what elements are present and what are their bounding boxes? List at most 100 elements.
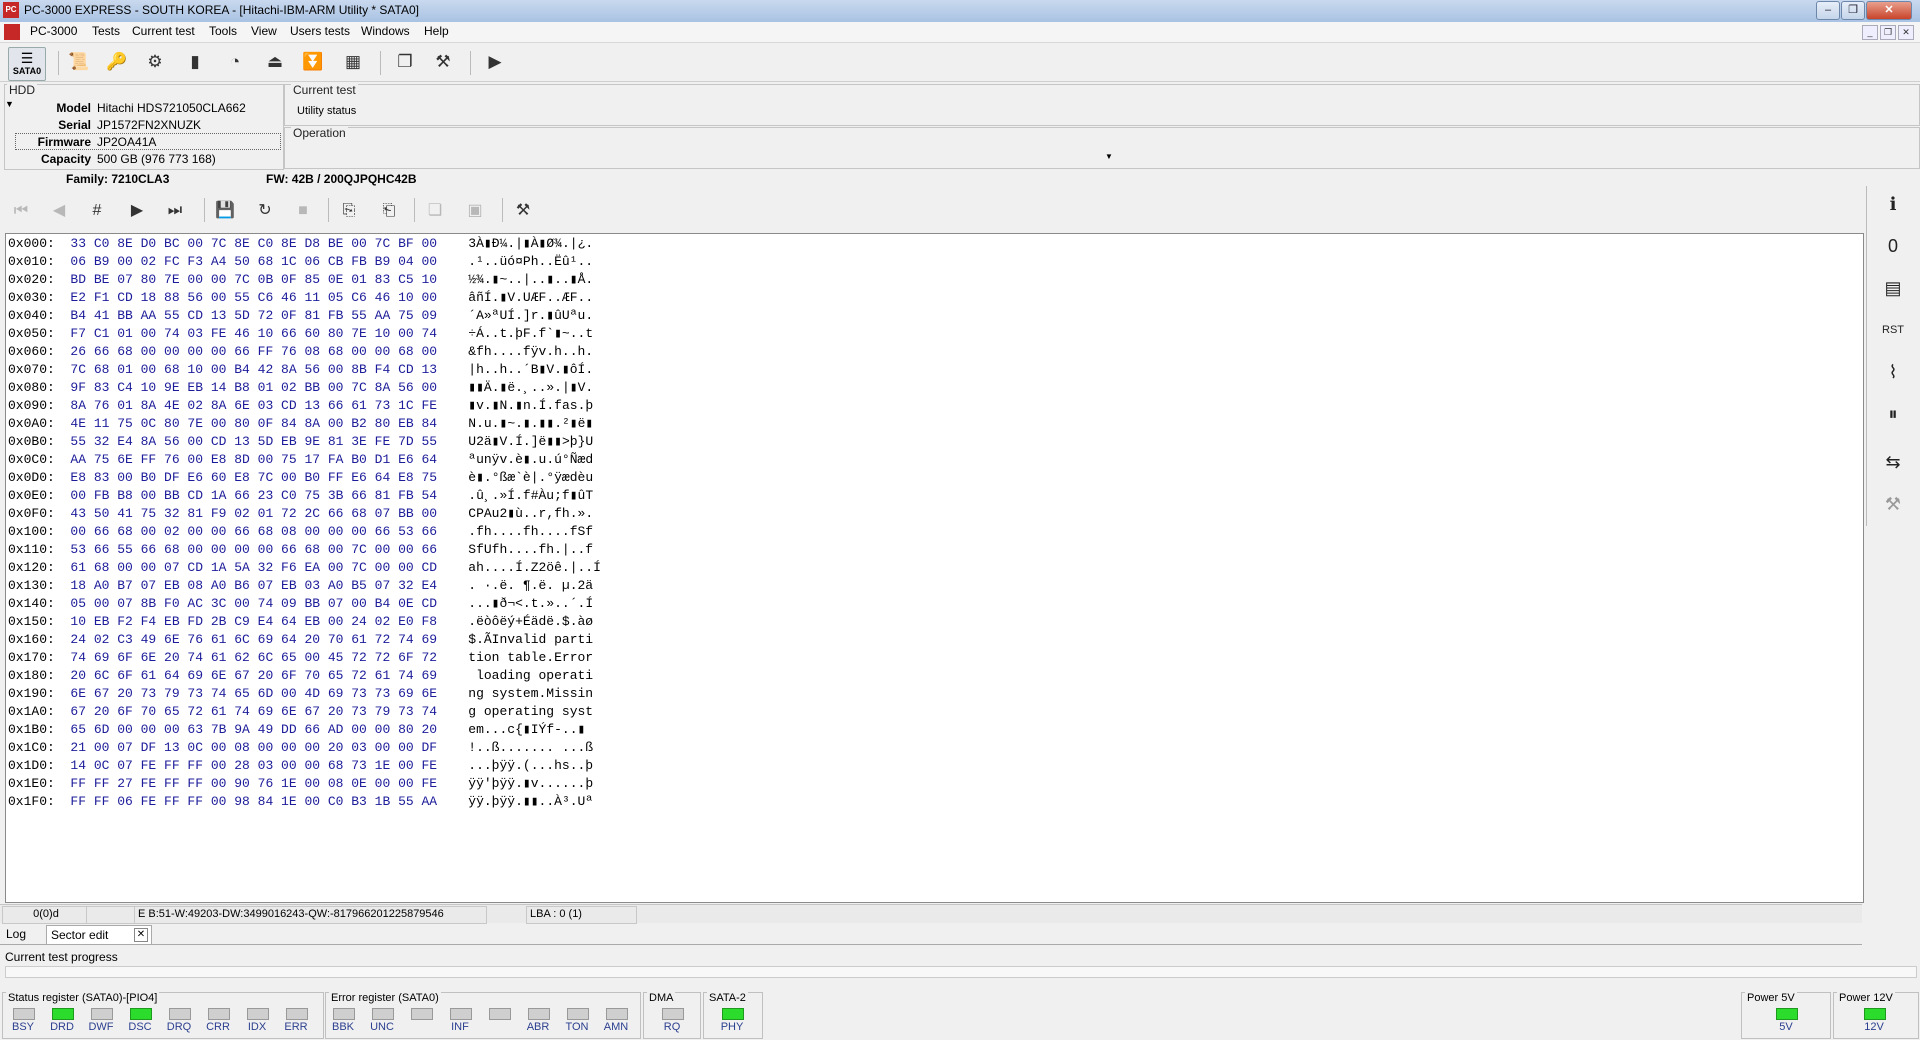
- hex-row[interactable]: 0x1A0: 67 20 6F 70 65 72 61 74 69 6E 67 …: [8, 703, 593, 721]
- next-sector-icon[interactable]: ▶: [124, 198, 150, 224]
- hex-bytes[interactable]: BD BE 07 80 7E 00 00 7C 0B 0F 85 0E 01 8…: [55, 272, 437, 287]
- hex-bytes[interactable]: 7C 68 01 00 68 10 00 B4 42 8A 56 00 8B F…: [55, 362, 437, 377]
- hex-row[interactable]: 0x110: 53 66 55 66 68 00 00 00 00 66 68 …: [8, 541, 593, 559]
- sata-port-icon[interactable]: ⇆: [1879, 448, 1907, 476]
- hex-ascii[interactable]: ng system.Missin: [437, 686, 593, 701]
- hex-row[interactable]: 0x040: B4 41 BB AA 55 CD 13 5D 72 0F 81 …: [8, 307, 593, 325]
- read-zero-icon[interactable]: 0: [1879, 232, 1907, 260]
- hex-row[interactable]: 0x020: BD BE 07 80 7E 00 00 7C 0B 0F 85 …: [8, 271, 593, 289]
- hex-row[interactable]: 0x0E0: 00 FB B8 00 BB CD 1A 66 23 C0 75 …: [8, 487, 593, 505]
- hex-ascii[interactable]: è▮.°ßæ`è|.°ÿædèu: [437, 470, 593, 485]
- mdi-close-button[interactable]: ✕: [1898, 25, 1914, 40]
- hex-ascii[interactable]: ▮v.▮N.▮n.Í.fas.þ: [437, 398, 593, 413]
- hex-bytes[interactable]: 8A 76 01 8A 4E 02 8A 6E 03 CD 13 66 61 7…: [55, 398, 437, 413]
- hex-ascii[interactable]: .û¸.»Í.f#Àu;f▮ûT: [437, 488, 593, 503]
- hex-bytes[interactable]: 14 0C 07 FE FF FF 00 28 03 00 00 68 73 1…: [55, 758, 437, 773]
- hex-bytes[interactable]: 9F 83 C4 10 9E EB 14 B8 01 02 BB 00 7C 8…: [55, 380, 437, 395]
- hex-row[interactable]: 0x010: 06 B9 00 02 FC F3 A4 50 68 1C 06 …: [8, 253, 593, 271]
- hex-editor[interactable]: 0x000: 33 C0 8E D0 BC 00 7C 8E C0 8E D8 …: [5, 233, 1864, 903]
- hex-ascii[interactable]: .¹..üó¤Ph..Ëû¹..: [437, 254, 593, 269]
- write-from-buffer-icon[interactable]: ⎗: [376, 198, 402, 224]
- hex-row[interactable]: 0x150: 10 EB F2 F4 EB FD 2B C9 E4 64 EB …: [8, 613, 593, 631]
- close-tab-icon[interactable]: ✕: [134, 928, 148, 942]
- hex-bytes[interactable]: AA 75 6E FF 76 00 E8 8D 00 75 17 FA B0 D…: [55, 452, 437, 467]
- hex-bytes[interactable]: 06 B9 00 02 FC F3 A4 50 68 1C 06 CB FB B…: [55, 254, 437, 269]
- hex-row[interactable]: 0x1E0: FF FF 27 FE FF FF 00 90 76 1E 00 …: [8, 775, 593, 793]
- menu-users-tests[interactable]: Users tests: [290, 24, 350, 38]
- hex-bytes[interactable]: 10 EB F2 F4 EB FD 2B C9 E4 64 EB 00 24 0…: [55, 614, 437, 629]
- hex-ascii[interactable]: 3À▮Ð¼.|▮À▮Ø¾.|¿.: [437, 236, 593, 251]
- hex-bytes[interactable]: E8 83 00 B0 DF E6 60 E8 7C 00 B0 FF E6 6…: [55, 470, 437, 485]
- menu-tests[interactable]: Tests: [92, 24, 120, 38]
- memory-icon[interactable]: ▤: [1879, 274, 1907, 302]
- hex-ascii[interactable]: ...▮ð¬<.t.»..´.Í: [437, 596, 593, 611]
- hex-row[interactable]: 0x100: 00 66 68 00 02 00 00 66 68 08 00 …: [8, 523, 593, 541]
- hex-ascii[interactable]: CPAu2▮ù..r,fh.».: [437, 506, 593, 521]
- hex-row[interactable]: 0x0C0: AA 75 6E FF 76 00 E8 8D 00 75 17 …: [8, 451, 593, 469]
- hex-ascii[interactable]: ÿÿ.þÿÿ.▮▮..À³.Uª: [437, 794, 593, 809]
- scroll-icon[interactable]: 📜: [66, 49, 92, 75]
- hex-row[interactable]: 0x090: 8A 76 01 8A 4E 02 8A 6E 03 CD 13 …: [8, 397, 593, 415]
- hex-bytes[interactable]: B4 41 BB AA 55 CD 13 5D 72 0F 81 FB 55 A…: [55, 308, 437, 323]
- tab-sector-edit[interactable]: Sector edit ✕: [46, 925, 152, 944]
- hex-row[interactable]: 0x140: 05 00 07 8B F0 AC 3C 00 74 09 BB …: [8, 595, 593, 613]
- hex-ascii[interactable]: SfUfh....fh.|..f: [437, 542, 593, 557]
- first-sector-icon[interactable]: ⏮: [8, 198, 34, 224]
- hex-row[interactable]: 0x000: 33 C0 8E D0 BC 00 7C 8E C0 8E D8 …: [8, 235, 593, 253]
- hex-ascii[interactable]: |h..h..´B▮V.▮ôÍ.: [437, 362, 593, 377]
- read-to-buffer-icon[interactable]: ⎘: [336, 198, 362, 224]
- hex-bytes[interactable]: 65 6D 00 00 00 63 7B 9A 49 DD 66 AD 00 0…: [55, 722, 437, 737]
- hex-ascii[interactable]: . ·.ë. ¶.ë. µ.2ä: [437, 578, 593, 593]
- document-icon[interactable]: [4, 24, 20, 40]
- reset-icon[interactable]: RST: [1879, 316, 1907, 344]
- paste-icon[interactable]: ▣: [462, 198, 488, 224]
- hex-ascii[interactable]: N.u.▮~.▮.▮▮.²▮ë▮: [437, 416, 593, 431]
- hex-bytes[interactable]: 00 66 68 00 02 00 00 66 68 08 00 00 00 6…: [55, 524, 437, 539]
- hex-ascii[interactable]: loading operati: [437, 668, 593, 683]
- hex-row[interactable]: 0x0A0: 4E 11 75 0C 80 7E 00 80 0F 84 8A …: [8, 415, 593, 433]
- last-sector-icon[interactable]: ⏭: [162, 198, 188, 224]
- hex-ascii[interactable]: ÷Á..t.þF.f`▮~..t: [437, 326, 593, 341]
- key-icon[interactable]: 🔑: [104, 49, 130, 75]
- stop-icon[interactable]: ■: [290, 198, 316, 224]
- hex-ascii[interactable]: $.ÃInvalid parti: [437, 632, 593, 647]
- collapse-arrow-icon[interactable]: ▼: [5, 99, 14, 109]
- hex-ascii[interactable]: .ëòôëý+Éädë.$.àø: [437, 614, 593, 629]
- goto-sector-icon[interactable]: #: [84, 198, 110, 224]
- hex-bytes[interactable]: 33 C0 8E D0 BC 00 7C 8E C0 8E D8 BE 00 7…: [55, 236, 437, 251]
- save-icon[interactable]: 💾: [212, 198, 238, 224]
- hex-row[interactable]: 0x050: F7 C1 01 00 74 03 FE 46 10 66 60 …: [8, 325, 593, 343]
- hex-row[interactable]: 0x180: 20 6C 6F 61 64 69 6E 67 20 6F 70 …: [8, 667, 593, 685]
- pause-icon[interactable]: ⏸: [1879, 400, 1907, 428]
- hex-ascii[interactable]: ´A»ªUÍ.]r.▮ûUªu.: [437, 308, 593, 323]
- hex-row[interactable]: 0x130: 18 A0 B7 07 EB 08 A0 B6 07 EB 03 …: [8, 577, 593, 595]
- hex-ascii[interactable]: .fh....fh....fSf: [437, 524, 593, 539]
- hex-bytes[interactable]: 24 02 C3 49 6E 76 61 6C 69 64 20 70 61 7…: [55, 632, 437, 647]
- hex-ascii[interactable]: ÿÿ'þÿÿ.▮v......þ: [437, 776, 593, 791]
- operation-dropdown-icon[interactable]: ▼: [1105, 152, 1113, 161]
- hex-bytes[interactable]: 26 66 68 00 00 00 00 66 FF 76 08 68 00 0…: [55, 344, 437, 359]
- menu-tools[interactable]: Tools: [209, 24, 237, 38]
- hex-bytes[interactable]: FF FF 27 FE FF FF 00 90 76 1E 00 08 0E 0…: [55, 776, 437, 791]
- hex-bytes[interactable]: FF FF 06 FE FF FF 00 98 84 1E 00 C0 B3 1…: [55, 794, 437, 809]
- hex-ascii[interactable]: &fh....fÿv.h..h.: [437, 344, 593, 359]
- hex-bytes[interactable]: 74 69 6F 6E 20 74 61 62 6C 65 00 45 72 7…: [55, 650, 437, 665]
- hex-ascii[interactable]: ah....Í.Z2öê.|..Í: [437, 560, 601, 575]
- hex-bytes[interactable]: 18 A0 B7 07 EB 08 A0 B6 07 EB 03 A0 B5 0…: [55, 578, 437, 593]
- hex-bytes[interactable]: 20 6C 6F 61 64 69 6E 67 20 6F 70 65 72 6…: [55, 668, 437, 683]
- minimize-button[interactable]: –: [1816, 1, 1840, 20]
- windows-icon[interactable]: ❐: [392, 49, 418, 75]
- hex-ascii[interactable]: em...c{▮IÝf-..▮: [437, 722, 593, 737]
- hex-bytes[interactable]: E2 F1 CD 18 88 56 00 55 C6 46 11 05 C6 4…: [55, 290, 437, 305]
- info-panel-icon[interactable]: ℹ: [1879, 190, 1907, 218]
- hex-ascii[interactable]: U2ä▮V.Í.]ë▮▮>þ}U: [437, 434, 593, 449]
- hex-row[interactable]: 0x080: 9F 83 C4 10 9E EB 14 B8 01 02 BB …: [8, 379, 593, 397]
- hex-bytes[interactable]: 05 00 07 8B F0 AC 3C 00 74 09 BB 07 00 B…: [55, 596, 437, 611]
- hex-row[interactable]: 0x120: 61 68 00 00 07 CD 1A 5A 32 F6 EA …: [8, 559, 601, 577]
- hex-row[interactable]: 0x1C0: 21 00 07 DF 13 0C 00 08 00 00 00 …: [8, 739, 593, 757]
- hex-bytes[interactable]: 55 32 E4 8A 56 00 CD 13 5D EB 9E 81 3E F…: [55, 434, 437, 449]
- mdi-restore-button[interactable]: ❐: [1880, 25, 1896, 40]
- grid-icon[interactable]: ▦: [340, 49, 366, 75]
- hex-ascii[interactable]: !..ß....... ...ß: [437, 740, 593, 755]
- menu-pc3000[interactable]: PC-3000: [30, 24, 77, 38]
